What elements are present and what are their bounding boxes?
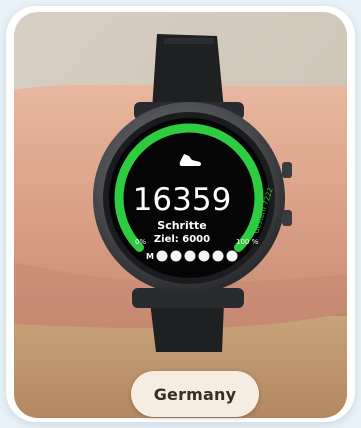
goal-label: Ziel: 6000 bbox=[154, 234, 210, 245]
scale-end-label: 100 % bbox=[236, 238, 259, 246]
steps-label: Schritte bbox=[157, 219, 206, 232]
watch-photo: 16359 Schritte Ziel: 6000 0% 100 % Geste… bbox=[14, 12, 347, 418]
scale-start-label: 0% bbox=[135, 238, 146, 246]
history-dot bbox=[184, 250, 196, 262]
history-dot bbox=[156, 250, 168, 262]
history-dot bbox=[170, 250, 182, 262]
history-icon: M bbox=[146, 252, 154, 261]
history-dot bbox=[198, 250, 210, 262]
photo-scene: 16359 Schritte Ziel: 6000 0% 100 % Geste… bbox=[14, 12, 347, 418]
history-dot bbox=[226, 250, 238, 262]
history-dot bbox=[212, 250, 224, 262]
step-count: 16359 bbox=[133, 182, 232, 218]
location-badge: Germany bbox=[131, 371, 259, 417]
